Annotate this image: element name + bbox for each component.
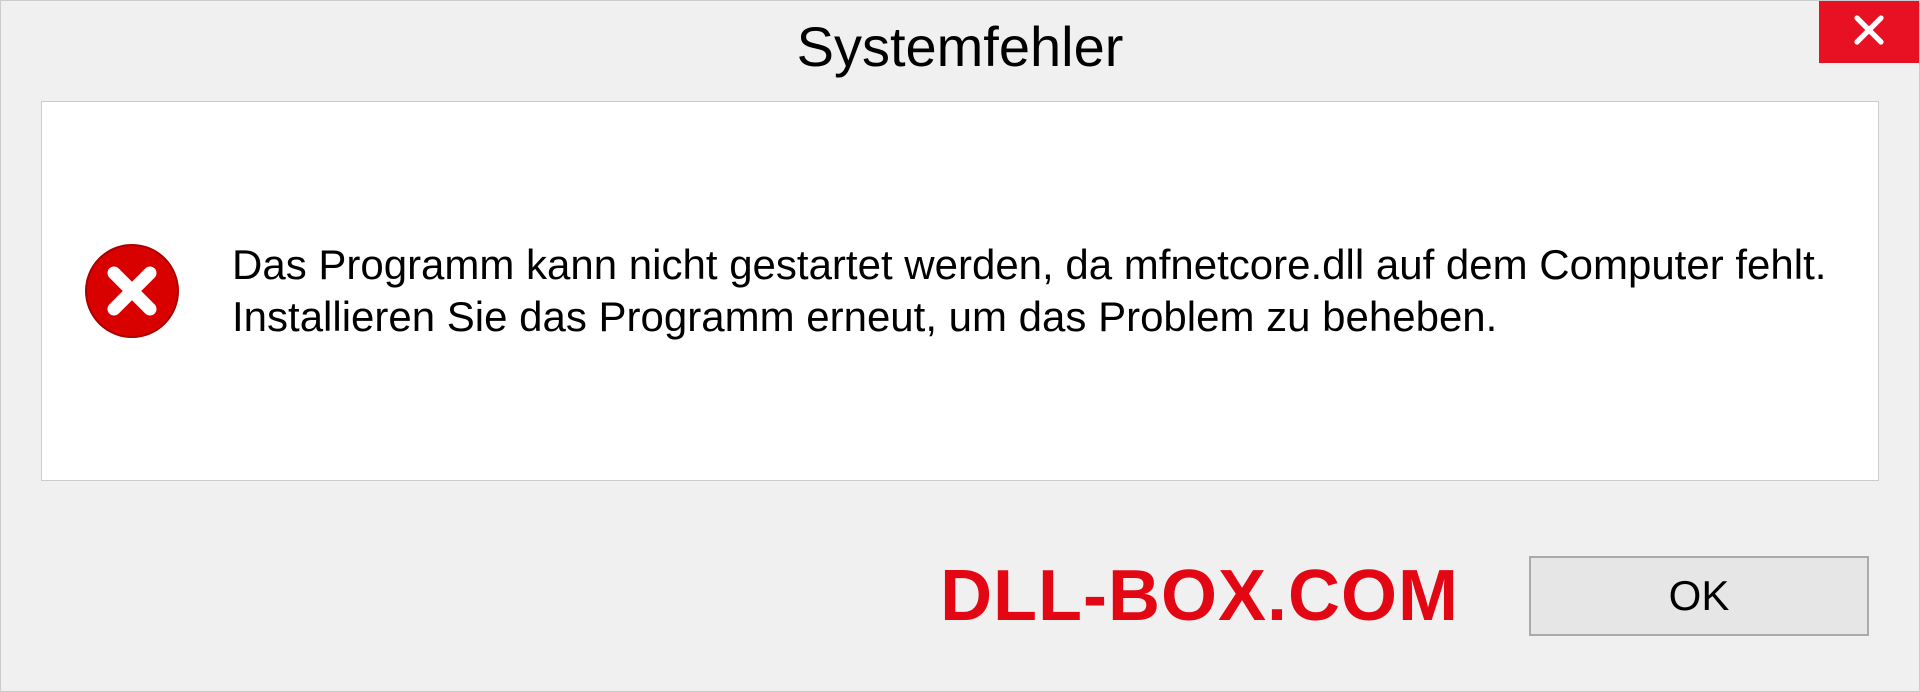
titlebar: Systemfehler (1, 1, 1919, 91)
close-icon (1851, 12, 1887, 53)
error-icon (82, 241, 182, 341)
ok-button[interactable]: OK (1529, 556, 1869, 636)
watermark-text: DLL-BOX.COM (940, 555, 1459, 637)
message-panel: Das Programm kann nicht gestartet werden… (41, 101, 1879, 481)
dialog-footer: DLL-BOX.COM OK (1, 501, 1919, 691)
dialog-title: Systemfehler (797, 14, 1124, 79)
error-message: Das Programm kann nicht gestartet werden… (232, 239, 1828, 344)
close-button[interactable] (1819, 1, 1919, 63)
